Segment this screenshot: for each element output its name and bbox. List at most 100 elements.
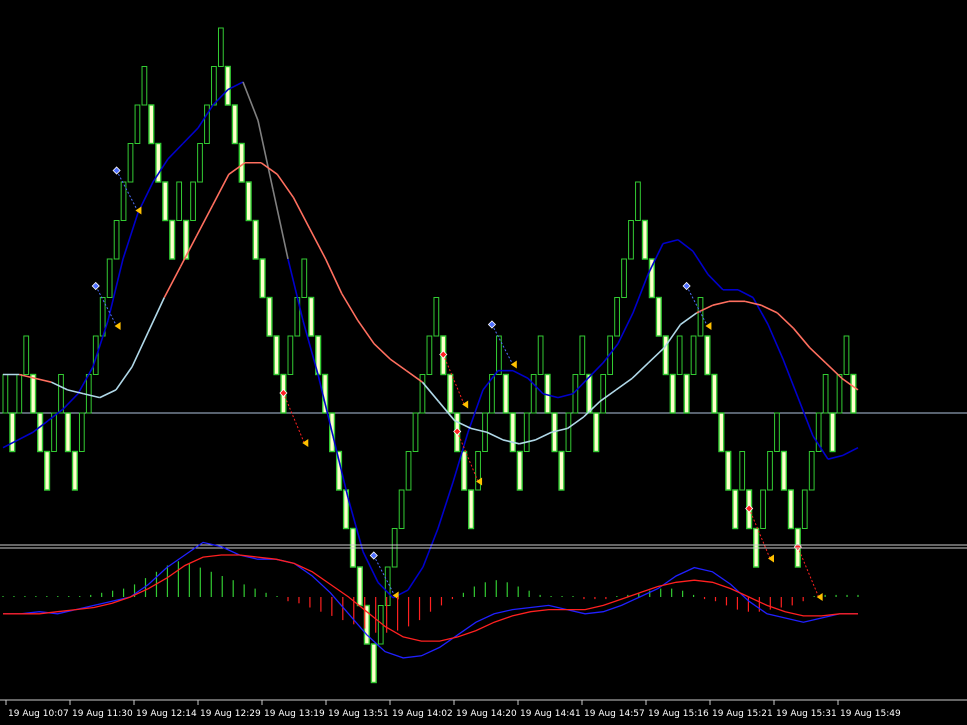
renko-brick-up <box>16 374 23 414</box>
renko-brick-down <box>516 450 523 491</box>
renko-brick-up <box>697 297 704 337</box>
renko-brick-up <box>384 566 391 606</box>
renko-brick-down <box>711 373 718 414</box>
time-axis-label: 19 Aug 12:29 <box>200 709 261 719</box>
renko-brick-down <box>308 296 315 337</box>
renko-brick-up <box>217 27 224 67</box>
renko-brick-down <box>509 412 516 453</box>
renko-brick-down <box>238 142 245 183</box>
renko-brick-up <box>635 181 641 221</box>
renko-brick-down <box>780 450 787 491</box>
renko-brick-up <box>760 489 766 529</box>
renko-brick-up <box>843 335 850 375</box>
renko-brick-up <box>621 258 627 298</box>
renko-brick-up <box>398 489 405 529</box>
time-axis-label: 19 Aug 13:51 <box>328 709 389 719</box>
renko-brick-down <box>169 219 176 260</box>
renko-brick-up <box>523 412 530 452</box>
renko-brick-down <box>850 373 857 414</box>
renko-brick-down <box>64 412 72 453</box>
renko-brick-up <box>614 297 620 337</box>
renko-brick-down <box>9 412 16 453</box>
renko-brick-down <box>558 450 565 491</box>
renko-brick-down <box>252 219 259 260</box>
renko-brick-down <box>30 373 37 414</box>
renko-brick-up <box>23 335 30 375</box>
renko-brick-up <box>739 451 746 491</box>
renko-brick-up <box>565 412 572 452</box>
renko-brick-up <box>405 451 412 491</box>
renko-brick-up <box>801 489 808 529</box>
renko-brick-up <box>767 451 773 491</box>
renko-brick-up <box>537 335 544 375</box>
renko-brick-down <box>447 373 454 414</box>
renko-brick-down <box>370 643 377 684</box>
renko-brick-up <box>579 335 586 375</box>
renko-brick-down <box>683 373 690 414</box>
renko-brick-up <box>2 374 9 414</box>
renko-brick-up <box>530 374 537 414</box>
renko-brick-down <box>718 412 725 453</box>
renko-brick-down <box>44 450 51 491</box>
renko-brick-down <box>593 412 600 453</box>
renko-brick-up <box>600 374 607 414</box>
renko-brick-down <box>231 104 238 145</box>
renko-brick-up <box>822 374 829 414</box>
renko-brick-up <box>127 143 134 183</box>
renko-brick-up <box>676 335 683 375</box>
time-axis-label: 19 Aug 12:14 <box>136 709 197 719</box>
renko-brick-up <box>85 374 92 414</box>
renko-brick-down <box>37 412 44 453</box>
renko-brick-down <box>502 373 509 414</box>
renko-brick-up <box>51 412 57 452</box>
time-axis-label: 19 Aug 15:21 <box>712 709 773 719</box>
renko-brick-down <box>586 373 593 414</box>
renko-brick-up <box>628 220 634 260</box>
renko-brick-up <box>134 104 141 144</box>
renko-brick-up <box>412 412 419 452</box>
renko-brick-down <box>71 450 78 491</box>
renko-brick-down <box>148 104 155 145</box>
renko-brick-down <box>655 296 662 337</box>
renko-brick-down <box>461 450 468 491</box>
renko-brick-down <box>273 335 280 376</box>
trading-chart[interactable]: 19 Aug 10:07 19 Aug 11:30 19 Aug 12:14 19 A… <box>0 0 967 725</box>
renko-brick-down <box>224 65 231 106</box>
renko-brick-down <box>266 296 273 337</box>
renko-brick-up <box>475 451 481 491</box>
renko-brick-down <box>704 335 711 376</box>
renko-brick-up <box>774 412 780 452</box>
renko-brick-up <box>58 374 64 414</box>
renko-brick-up <box>197 143 203 183</box>
renko-brick-up <box>113 220 120 260</box>
renko-brick-down <box>356 566 363 607</box>
renko-brick-down <box>245 181 252 222</box>
time-axis-label: 19 Aug 14:57 <box>584 709 645 719</box>
renko-brick-up <box>176 181 183 221</box>
renko-brick-up <box>190 181 196 221</box>
renko-brick-up <box>836 374 843 414</box>
renko-brick-up <box>211 66 217 106</box>
renko-brick-down <box>732 489 739 530</box>
renko-brick-down <box>669 373 676 414</box>
renko-brick-up <box>690 335 697 375</box>
renko-brick-down <box>725 450 732 491</box>
renko-brick-up <box>78 412 85 452</box>
renko-brick-up <box>301 258 308 298</box>
renko-brick-down <box>468 489 475 530</box>
time-axis-label: 19 Aug 10:07 <box>8 709 69 719</box>
renko-brick-down <box>787 489 794 530</box>
renko-brick-down <box>162 181 169 222</box>
time-axis-label: 19 Aug 11:30 <box>72 709 133 719</box>
renko-brick-up <box>808 451 815 491</box>
time-axis-label: 19 Aug 13:19 <box>264 709 325 719</box>
renko-brick-up <box>287 335 294 375</box>
renko-brick-up <box>496 335 502 375</box>
time-axis-label: 19 Aug 14:02 <box>392 709 453 719</box>
renko-brick-up <box>120 181 127 221</box>
renko-brick-down <box>259 258 266 299</box>
renko-brick-up <box>106 258 113 298</box>
time-axis-label: 19 Aug 15:49 <box>840 709 901 719</box>
renko-brick-up <box>433 297 440 337</box>
renko-brick-up <box>426 335 433 375</box>
